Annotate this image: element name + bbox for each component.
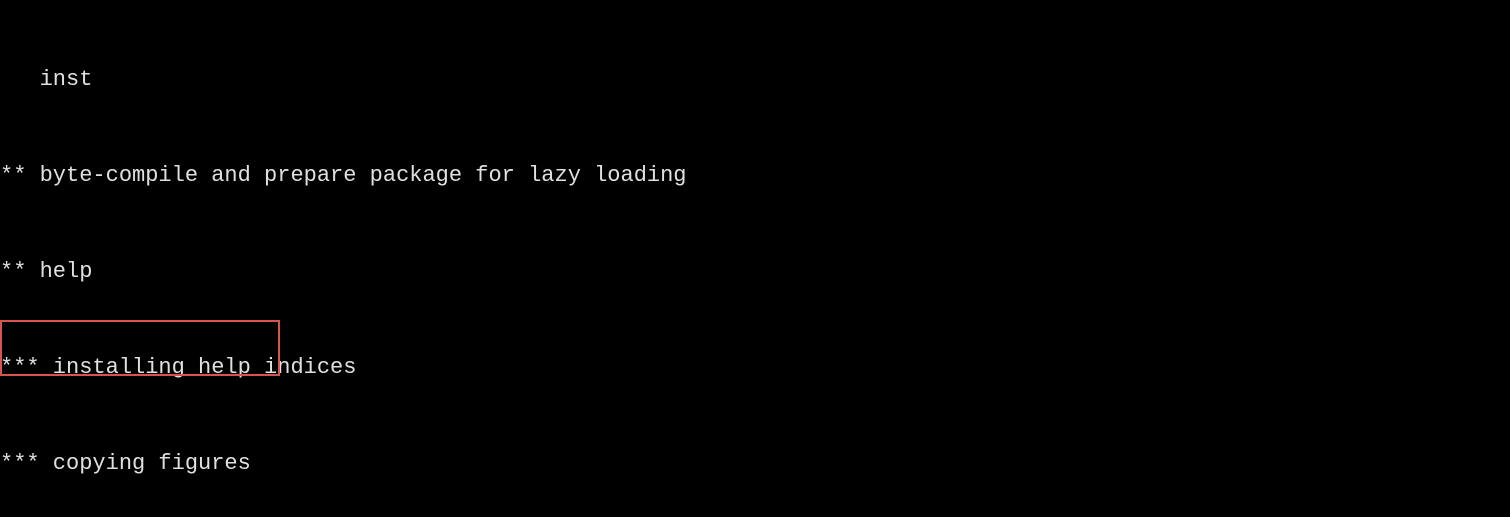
output-line: ** help <box>0 256 1510 288</box>
highlight-annotation <box>0 320 280 376</box>
output-line: *** copying figures <box>0 448 1510 480</box>
terminal-output[interactable]: inst ** byte-compile and prepare package… <box>0 0 1510 517</box>
output-line: ** byte-compile and prepare package for … <box>0 160 1510 192</box>
output-line: inst <box>0 64 1510 96</box>
